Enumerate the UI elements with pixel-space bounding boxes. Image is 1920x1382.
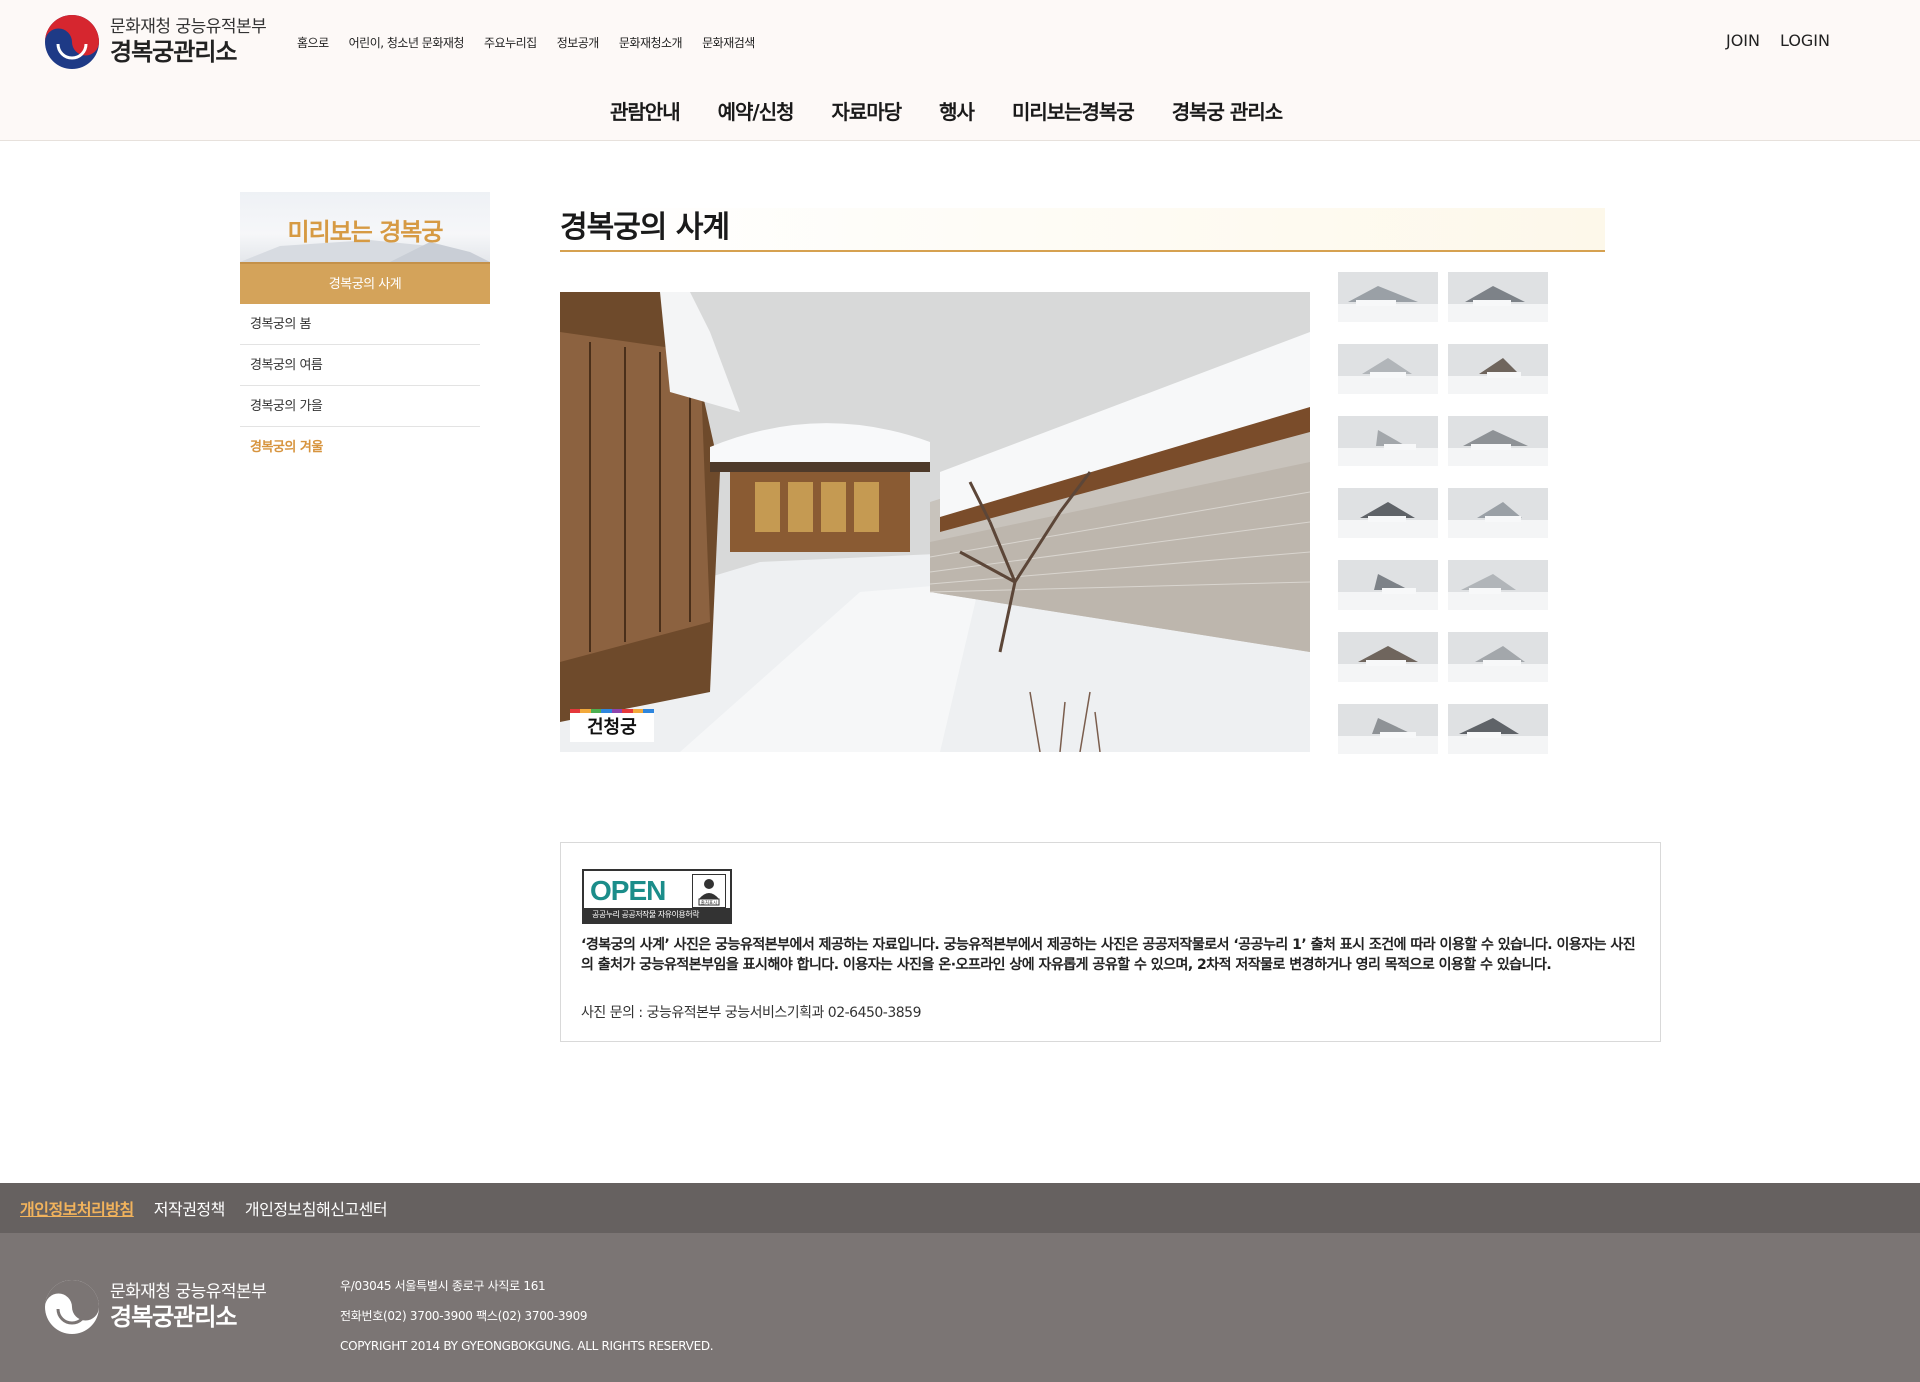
footer-address: 우/03045 서울특별시 종로구 사직로 161 xyxy=(340,1279,546,1293)
site-header: 문화재청 궁능유적본부 경복궁관리소 홈으로 어린이, 청소년 문화재청 주요누… xyxy=(0,0,1920,141)
join-link[interactable]: JOIN xyxy=(1726,31,1760,50)
thumbnail-image xyxy=(1338,704,1438,754)
thumbnail-12[interactable] xyxy=(1448,632,1548,682)
side-nav-item-winter[interactable]: 경복궁의 겨울 xyxy=(240,427,480,468)
side-nav-item-summer[interactable]: 경복궁의 여름 xyxy=(240,345,480,386)
thumbnail-image xyxy=(1448,488,1548,538)
util-link-info[interactable]: 정보공개 xyxy=(557,34,600,51)
side-nav-active-section[interactable]: 경복궁의 사계 xyxy=(240,262,490,304)
taeguk-logo-icon xyxy=(45,15,99,69)
thumbnail-6[interactable] xyxy=(1448,416,1548,466)
caption-color-bar xyxy=(570,709,654,713)
auth-links: JOIN LOGIN xyxy=(1726,31,1830,50)
photo-caption: 건청궁 xyxy=(570,709,654,742)
footer-info: 우/03045 서울특별시 종로구 사직로 161 전화번호(02) 3700-… xyxy=(340,1271,714,1361)
thumbnail-2[interactable] xyxy=(1448,272,1548,322)
thumbnail-grid xyxy=(1338,272,1548,754)
footer-copyright: COPYRIGHT 2014 BY GYEONGBOKGUNG. ALL RIG… xyxy=(340,1339,714,1353)
util-link-search[interactable]: 문화재검색 xyxy=(702,34,755,51)
nav-item-reservation[interactable]: 예약/신청 xyxy=(718,96,795,125)
thumbnail-image xyxy=(1338,632,1438,682)
thumbnail-11[interactable] xyxy=(1338,632,1438,682)
nav-item-preview[interactable]: 미리보는경복궁 xyxy=(1012,96,1135,125)
license-notice: OPEN 출처표시 공공누리 공공저작물 자유이용허락 ‘경복궁의 사계’ 사진… xyxy=(560,842,1661,1042)
kogl-badge-subtitle: 공공누리 공공저작물 자유이용허락 xyxy=(584,908,730,922)
login-link[interactable]: LOGIN xyxy=(1780,31,1830,50)
kogl-open-text: OPEN xyxy=(590,875,666,907)
nav-item-resources[interactable]: 자료마당 xyxy=(832,96,903,125)
page-title-bar: 경복궁의 사계 xyxy=(560,208,1605,252)
nav-item-events[interactable]: 행사 xyxy=(939,96,975,125)
thumbnail-image xyxy=(1338,272,1438,322)
footer-logo: 문화재청 궁능유적본부 경복궁관리소 xyxy=(44,1279,267,1335)
util-link-sites[interactable]: 주요누리집 xyxy=(484,34,537,51)
page-title: 경복궁의 사계 xyxy=(560,210,730,245)
thumbnail-13[interactable] xyxy=(1338,704,1438,754)
thumbnail-image xyxy=(1338,416,1438,466)
taeguk-logo-icon xyxy=(45,1280,99,1334)
util-link-about[interactable]: 문화재청소개 xyxy=(619,34,683,51)
side-nav-item-spring[interactable]: 경복궁의 봄 xyxy=(240,304,480,345)
footer-phone: 전화번호(02) 3700-3900 팩스(02) 3700-3909 xyxy=(340,1309,588,1323)
thumbnail-14[interactable] xyxy=(1448,704,1548,754)
privacy-policy-link[interactable]: 개인정보처리방침 xyxy=(20,1196,134,1220)
footer-logo-org-name: 문화재청 궁능유적본부 xyxy=(110,1282,267,1303)
main-nav: 관람안내 예약/신청 자료마당 행사 미리보는경복궁 경복궁 관리소 xyxy=(610,96,1283,125)
footer-links: 개인정보처리방침 저작권정책 개인정보침해신고센터 xyxy=(0,1183,1920,1233)
site-footer: 문화재청 궁능유적본부 경복궁관리소 우/03045 서울특별시 종로구 사직로… xyxy=(0,1233,1920,1382)
thumbnail-image xyxy=(1448,272,1548,322)
thumbnail-image xyxy=(1338,344,1438,394)
util-link-home[interactable]: 홈으로 xyxy=(297,34,329,51)
kogl-open-badge: OPEN 출처표시 공공누리 공공저작물 자유이용허락 xyxy=(582,869,732,924)
attribution-person-icon: 출처표시 xyxy=(692,874,726,908)
side-nav-title: 미리보는 경복궁 xyxy=(287,218,444,246)
thumbnail-image xyxy=(1338,560,1438,610)
winter-palace-photo xyxy=(560,292,1310,752)
logo-org-name: 문화재청 궁능유적본부 xyxy=(110,17,267,38)
thumbnail-image xyxy=(1448,560,1548,610)
side-nav-header: 미리보는 경복궁 xyxy=(240,192,490,262)
photo-contact-info: 사진 문의 : 궁능유적본부 궁능서비스기획과 02-6450-3859 xyxy=(581,1005,921,1021)
privacy-report-link[interactable]: 개인정보침해신고센터 xyxy=(245,1196,388,1220)
thumbnail-image xyxy=(1448,344,1548,394)
thumbnail-image xyxy=(1338,488,1438,538)
thumbnail-image xyxy=(1448,416,1548,466)
thumbnail-image xyxy=(1448,632,1548,682)
thumbnail-7[interactable] xyxy=(1338,488,1438,538)
thumbnail-8[interactable] xyxy=(1448,488,1548,538)
thumbnail-3[interactable] xyxy=(1338,344,1438,394)
attribution-icon-label: 출처표시 xyxy=(701,899,718,906)
copyright-policy-link[interactable]: 저작권정책 xyxy=(154,1196,226,1220)
thumbnail-image xyxy=(1448,704,1548,754)
nav-item-guide[interactable]: 관람안내 xyxy=(610,96,681,125)
kogl-open-label: OPEN xyxy=(590,875,666,906)
logo-site-name: 경복궁관리소 xyxy=(110,38,237,67)
site-logo[interactable]: 문화재청 궁능유적본부 경복궁관리소 xyxy=(44,14,267,70)
thumbnail-1[interactable] xyxy=(1338,272,1438,322)
footer-logo-site-name: 경복궁관리소 xyxy=(110,1303,237,1332)
license-notice-text: ‘경복궁의 사계’ 사진은 궁능유적본부에서 제공하는 자료입니다. 궁능유적본… xyxy=(581,937,1636,973)
side-nav: 미리보는 경복궁 경복궁의 사계 경복궁의 봄 경복궁의 여름 경복궁의 가을 … xyxy=(240,192,490,468)
photo-caption-text: 건청궁 xyxy=(587,717,637,738)
thumbnail-4[interactable] xyxy=(1448,344,1548,394)
main-photo: 건청궁 xyxy=(560,292,1310,752)
thumbnail-5[interactable] xyxy=(1338,416,1438,466)
nav-item-office[interactable]: 경복궁 관리소 xyxy=(1172,96,1283,125)
thumbnail-9[interactable] xyxy=(1338,560,1438,610)
utility-nav: 홈으로 어린이, 청소년 문화재청 주요누리집 정보공개 문화재청소개 문화재검… xyxy=(297,34,755,51)
side-nav-item-autumn[interactable]: 경복궁의 가을 xyxy=(240,386,480,427)
util-link-kids[interactable]: 어린이, 청소년 문화재청 xyxy=(349,34,465,51)
thumbnail-10[interactable] xyxy=(1448,560,1548,610)
